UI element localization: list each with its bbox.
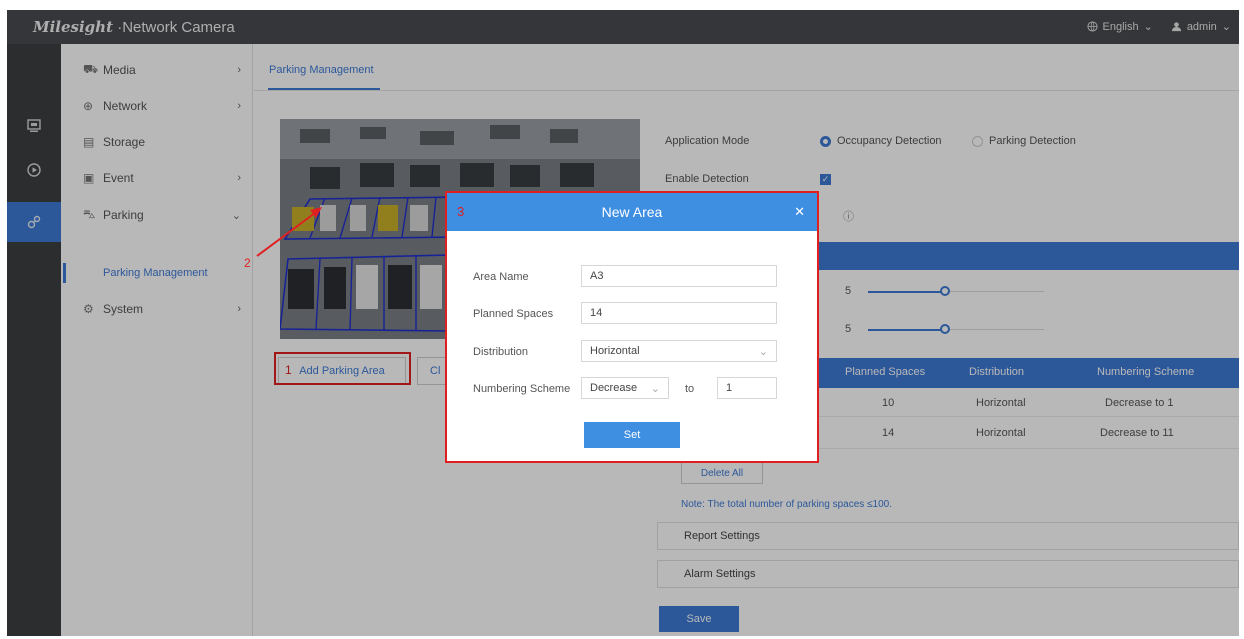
chevron-down-icon: ⌄: [650, 382, 660, 395]
dialog-title: New Area: [601, 204, 663, 220]
area-name-label: Area Name: [473, 271, 529, 283]
to-label: to: [685, 383, 695, 395]
new-area-dialog: 3 New Area ✕ Area Name A3 Planned Spaces…: [445, 191, 819, 463]
distribution-label: Distribution: [473, 346, 529, 358]
set-button[interactable]: Set: [584, 422, 680, 448]
close-icon[interactable]: ✕: [794, 204, 805, 220]
planned-spaces-label: Planned Spaces: [473, 308, 554, 320]
chevron-down-icon: ⌄: [758, 345, 768, 358]
area-name-input[interactable]: A3: [581, 265, 777, 287]
planned-spaces-input[interactable]: 14: [581, 302, 777, 324]
numbering-scheme-label: Numbering Scheme: [473, 383, 571, 395]
distribution-select[interactable]: Horizontal ⌄: [581, 340, 777, 362]
dialog-header: 3 New Area ✕: [447, 193, 817, 231]
numbering-scheme-select[interactable]: Decrease ⌄: [581, 377, 669, 399]
numbering-start-input[interactable]: 1: [717, 377, 777, 399]
app-window: Milesight ·Network Camera English ⌄ admi…: [7, 10, 1239, 636]
annotation-step-2: 2: [244, 256, 251, 270]
